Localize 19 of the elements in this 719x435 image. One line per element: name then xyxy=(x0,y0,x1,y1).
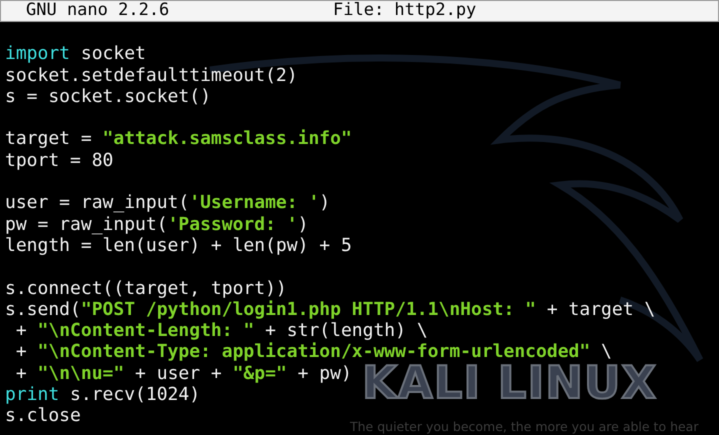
code-line: pw = raw_input('Password: ') xyxy=(5,214,308,235)
code-line: s.connect((target, tport)) xyxy=(5,278,287,299)
app-version: GNU nano 2.2.6 xyxy=(26,0,170,22)
code-line: length = len(user) + len(pw) + 5 xyxy=(5,234,352,256)
code-line: socket.setdefaulttimeout(2) xyxy=(5,64,298,86)
file-name: File: http2.py xyxy=(333,0,476,22)
code-line: print s.recv(1024) xyxy=(5,384,200,406)
code-line: s = socket.socket() xyxy=(5,86,211,107)
code-line: user = raw_input('Username: ') xyxy=(5,192,330,214)
code-line: tport = 80 xyxy=(5,150,114,171)
code-line: + "\n\nu=" + user + "&p=" + pw) xyxy=(14,362,352,384)
wallpaper-logo: KALI LINUX xyxy=(362,360,658,405)
code-line: + "\nContent-Length: " + str(length) \ xyxy=(14,320,428,342)
code-line: s.send("POST /python/login1.php HTTP/1.1\nHost: " + target \ xyxy=(5,298,656,320)
code-line: target = "attack.samsclass.info" xyxy=(5,128,352,150)
code-line: + "\nContent-Type: application/x-www-form-urlencoded" \ xyxy=(14,341,612,362)
code-line: s.close xyxy=(5,405,81,426)
code-line: import socket xyxy=(5,43,146,64)
wallpaper-tagline: The quieter you become, the more you are able to hear xyxy=(350,421,698,434)
